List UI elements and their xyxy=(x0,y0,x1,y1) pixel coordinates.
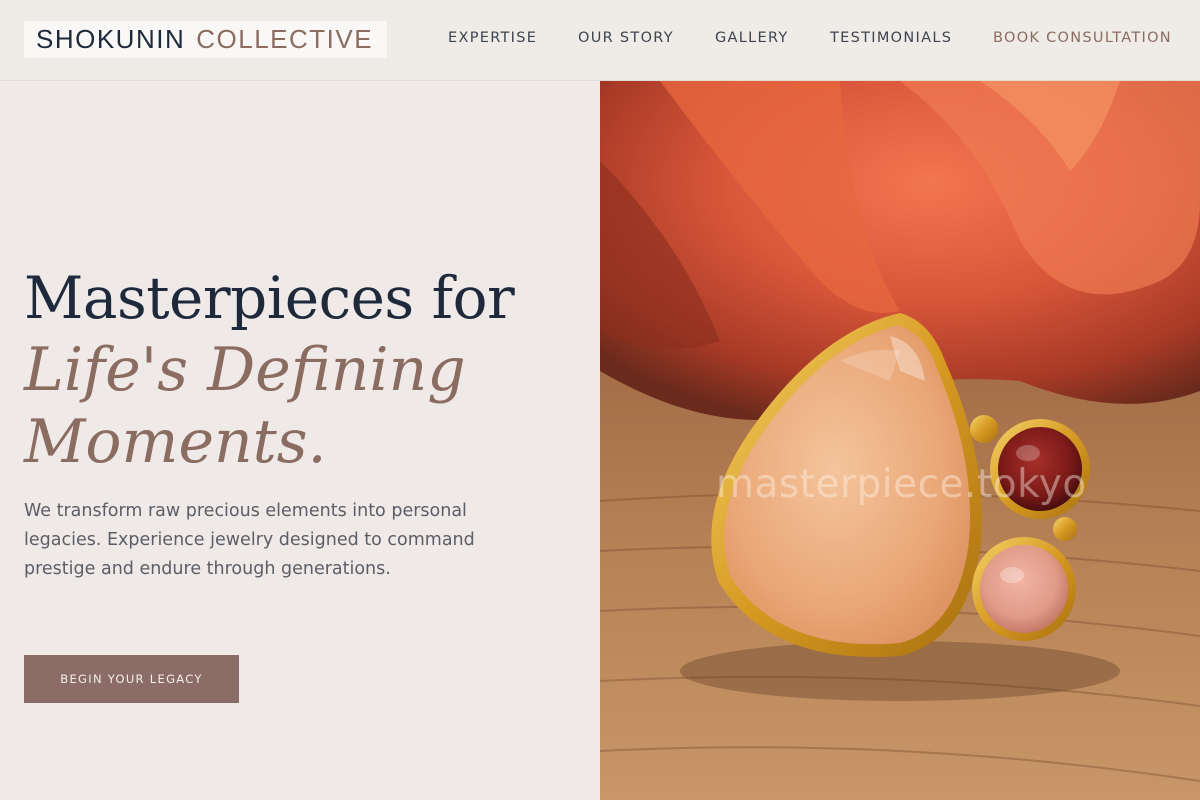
hero-description: We transform raw precious elements into … xyxy=(24,501,475,579)
hero-headline: Masterpieces for Life's Defining Moments… xyxy=(24,262,584,478)
ring-photo xyxy=(600,81,1200,800)
headline-line-3: Moments. xyxy=(24,407,327,477)
site-header: SHOKUNIN COLLECTIVE EXPERTISE OUR STORY G… xyxy=(0,0,1200,81)
begin-legacy-button[interactable]: BEGIN YOUR LEGACY xyxy=(24,655,239,703)
headline-line-2: Life's Defining xyxy=(24,335,466,405)
image-watermark: masterpiece.tokyo xyxy=(716,462,1087,507)
brand-name-secondary: COLLECTIVE xyxy=(196,24,374,54)
nav-gallery[interactable]: GALLERY xyxy=(715,30,789,46)
hero-text-panel: Masterpieces for Life's Defining Moments… xyxy=(0,81,600,800)
pink-stone xyxy=(980,545,1068,633)
nav-expertise[interactable]: EXPERTISE xyxy=(448,30,537,46)
nav-book-consultation[interactable]: BOOK CONSULTATION xyxy=(993,30,1172,46)
headline-line-1: Masterpieces for xyxy=(24,264,515,332)
brand-name-primary: SHOKUNIN xyxy=(36,24,186,54)
hero-ring-image: masterpiece.tokyo xyxy=(600,81,1200,800)
nav-testimonials[interactable]: TESTIMONIALS xyxy=(830,30,952,46)
nav-our-story[interactable]: OUR STORY xyxy=(578,30,674,46)
brand-logo[interactable]: SHOKUNIN COLLECTIVE xyxy=(24,21,387,58)
